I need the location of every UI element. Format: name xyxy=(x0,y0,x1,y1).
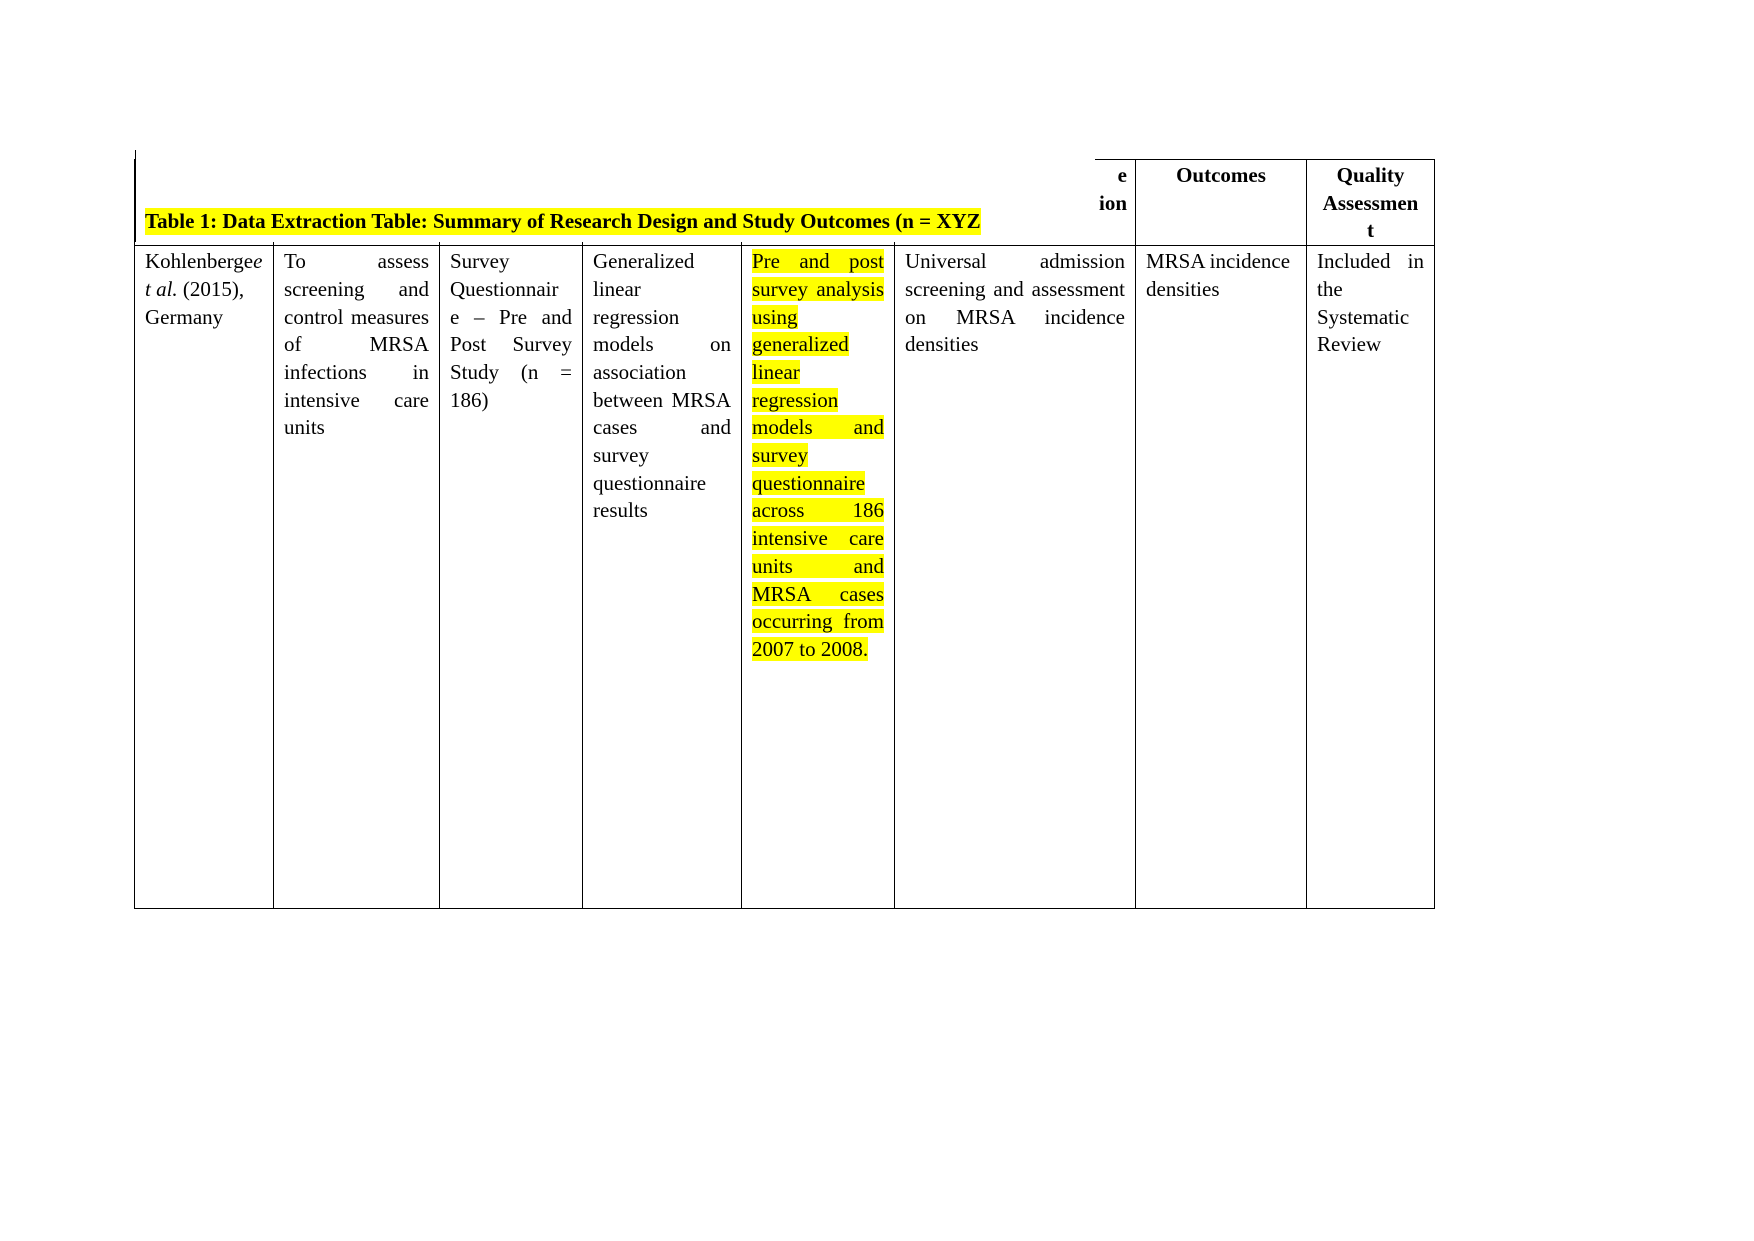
table-row: Kohlenbergee t al. (2015), Germany To ass… xyxy=(134,245,1435,910)
cell-outcomes: MRSA incidence densities xyxy=(1135,245,1307,910)
header-fragment: e xyxy=(1117,163,1127,187)
header-fragment: ion xyxy=(1098,190,1127,215)
document-page: e ion Outcomes Quality Assessmen t Kohlen… xyxy=(0,0,1754,1241)
cell-quality: Included in the Systematic Review xyxy=(1306,245,1435,910)
data-extraction-table: e ion Outcomes Quality Assessmen t Kohlen… xyxy=(134,158,1435,910)
cell-design: Survey Questionnair e – Pre and Post Sur… xyxy=(439,245,583,910)
cell-method: Pre and post survey analysis using gener… xyxy=(741,245,895,910)
header-outcomes: Outcomes xyxy=(1135,158,1307,247)
table-caption: Table 1: Data Extraction Table: Summary … xyxy=(145,208,981,235)
author: Kohlenberge xyxy=(145,249,254,274)
et-al: t al. xyxy=(145,276,178,301)
header-quality: Quality Assessmen t xyxy=(1306,158,1435,247)
cell-analysis: Generalized linear regression models on … xyxy=(582,245,742,910)
cell-study: Kohlenbergee t al. (2015), Germany xyxy=(134,245,274,910)
cell-aim: To assess screening and control measures… xyxy=(273,245,440,910)
cell-intervention: Universal admission screening and assess… xyxy=(894,245,1136,910)
highlighted-text: Pre and post survey analysis using gener… xyxy=(752,249,884,661)
